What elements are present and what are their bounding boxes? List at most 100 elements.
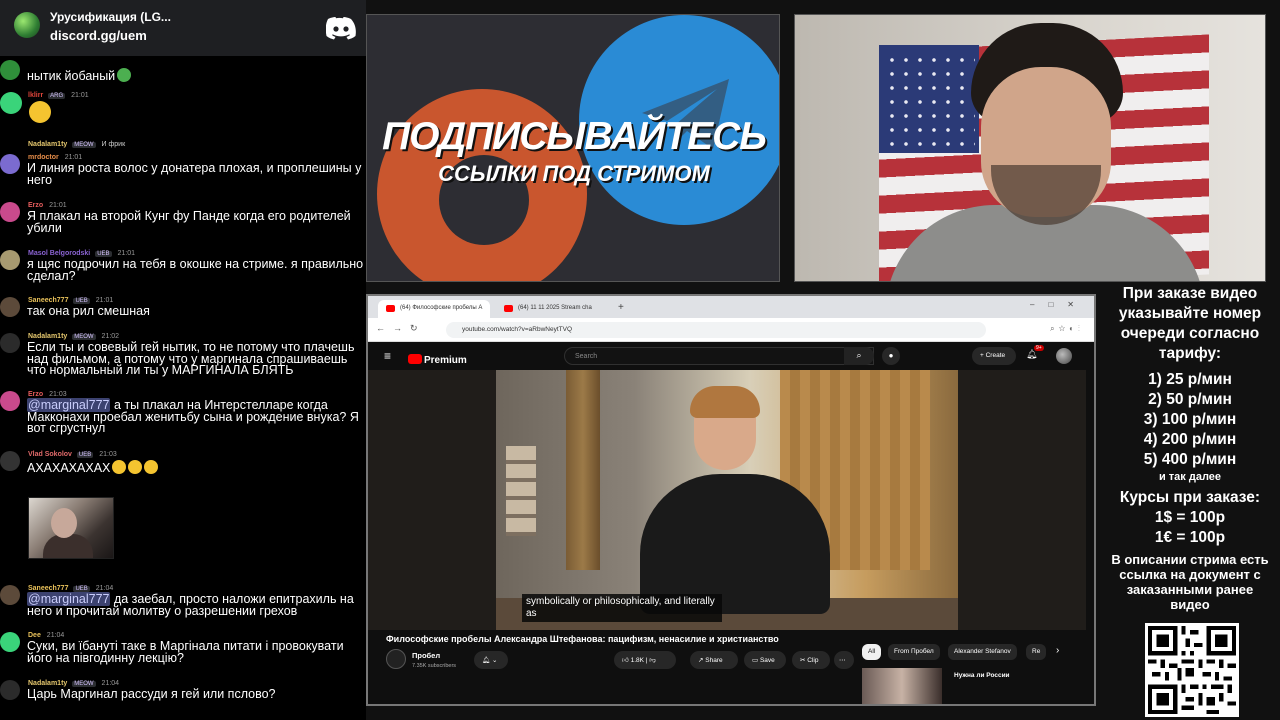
timestamp: 21:01 bbox=[71, 92, 89, 99]
user-badge: ARG bbox=[48, 93, 66, 99]
chip-all[interactable]: All bbox=[862, 644, 882, 660]
webcam-feed bbox=[794, 14, 1266, 282]
username[interactable]: Nadalam1ty bbox=[28, 141, 67, 148]
menu-icon[interactable]: ≡ bbox=[384, 349, 391, 363]
tab-bar: (64) Философские пробелы А (64) 11 11 20… bbox=[368, 296, 1094, 318]
message-text: @marginal777 а ты плакал на Интерстеллар… bbox=[27, 398, 359, 435]
chip-more[interactable]: Re bbox=[1026, 644, 1047, 660]
like-button[interactable]: 👍︎ 1.8K | 👎︎ bbox=[614, 651, 676, 669]
tariff-etc: и так далее bbox=[1158, 471, 1222, 483]
tariff-3: 3) 100 р/мин bbox=[1143, 411, 1237, 428]
avatar bbox=[0, 451, 20, 471]
message-text: АХАХАХАХАХ bbox=[27, 460, 365, 475]
youtube-favicon-icon bbox=[504, 305, 513, 312]
browser-tab-active[interactable]: (64) Философские пробелы А bbox=[378, 300, 490, 318]
laughing-emoji-icon bbox=[128, 460, 143, 474]
username[interactable]: Saneech777 bbox=[28, 297, 68, 304]
window-controls[interactable]: –□✕ bbox=[1030, 300, 1088, 309]
channel-avatar[interactable] bbox=[386, 649, 406, 669]
avatar bbox=[0, 202, 20, 222]
info-panel: При заказе видео указывайте номер очеред… bbox=[1100, 282, 1280, 720]
server-icon bbox=[14, 12, 40, 38]
subscribe-bell-button[interactable]: 🔔︎ ⌄ bbox=[474, 651, 508, 669]
order-instructions: При заказе видео указывайте номер очеред… bbox=[1118, 285, 1262, 362]
message-meta: Nadalam1ty MEOW 21:04 bbox=[28, 680, 119, 687]
reply-reference[interactable]: Nadalam1ty MEOW И фрик bbox=[0, 141, 366, 151]
username[interactable]: Saneech777 bbox=[28, 585, 68, 592]
url-field[interactable]: youtube.com/watch?v=aRbwNeytTVQ bbox=[446, 322, 986, 338]
username[interactable]: Nadalam1ty bbox=[28, 680, 67, 687]
chip-from-channel[interactable]: From Пробел bbox=[888, 644, 940, 660]
rate-usd: 1$ = 100р bbox=[1154, 509, 1226, 526]
laughing-emoji-icon bbox=[144, 460, 159, 474]
youtube-logo[interactable]: Premium bbox=[408, 350, 467, 366]
banner-subtitle: ССЫЛКИ ПОД СТРИМОМ bbox=[438, 161, 710, 186]
extensions-icons[interactable]: ⌕☆◐⋮ bbox=[1050, 324, 1084, 334]
chevron-right-icon[interactable]: › bbox=[1056, 645, 1059, 656]
message-meta: Masol Belgorodski UEB 21:01 bbox=[28, 250, 135, 257]
message-meta: Saneech777 UEB 21:01 bbox=[28, 297, 113, 304]
avatar bbox=[0, 632, 20, 652]
username[interactable]: Nadalam1ty bbox=[28, 333, 67, 340]
video-player[interactable]: symbolically or philosophically, and lit… bbox=[368, 370, 1086, 630]
avatar bbox=[0, 585, 20, 605]
timestamp: 21:01 bbox=[64, 154, 83, 161]
tariff-4: 4) 200 р/мин bbox=[1143, 431, 1237, 448]
rate-eur: 1€ = 100р bbox=[1154, 529, 1226, 546]
microphone-icon[interactable]: ● bbox=[882, 347, 900, 365]
speaker-hair bbox=[690, 386, 760, 418]
subscriber-count: 7.35K subscribers bbox=[412, 663, 457, 669]
message-meta: mrdoctor 21:01 bbox=[28, 154, 82, 161]
chat-message: Nadalam1ty MEOW 21:04 Царь Маргинал расс… bbox=[0, 680, 366, 710]
wall-posters bbox=[506, 446, 536, 536]
message-text: нытик йобаный bbox=[27, 68, 365, 83]
chip-alexander-stefanov[interactable]: Alexander Stefanov bbox=[948, 644, 1017, 660]
invite-link[interactable]: discord.gg/uem bbox=[50, 28, 147, 43]
youtube-play-icon bbox=[408, 354, 422, 364]
clip-button[interactable]: ✂ Clip bbox=[792, 651, 830, 669]
username[interactable]: mrdoctor bbox=[28, 154, 59, 161]
username[interactable]: Dee bbox=[28, 632, 41, 639]
username[interactable]: Masol Belgorodski bbox=[28, 250, 90, 257]
search-input[interactable]: Search bbox=[564, 347, 874, 365]
username[interactable]: Vlad Sokolov bbox=[28, 451, 72, 458]
chat-message: Erzo 21:03 @marginal777 а ты плакал на И… bbox=[0, 391, 366, 441]
search-icon[interactable]: ⌕ bbox=[844, 347, 874, 365]
username[interactable]: Erzo bbox=[28, 202, 43, 209]
tariff-5: 5) 400 р/мин bbox=[1143, 451, 1237, 468]
browser-tab[interactable]: (64) 11 11 2025 Stream cha bbox=[496, 300, 608, 318]
message-text: Царь Маргинал рассуди я гей или пслово? bbox=[27, 687, 276, 701]
chat-message: Masol Belgorodski UEB 21:01 я щяс подроч… bbox=[0, 250, 366, 288]
qr-code[interactable] bbox=[1145, 623, 1239, 717]
create-button[interactable]: + Create bbox=[972, 347, 1016, 365]
new-tab-button[interactable]: + bbox=[618, 302, 624, 313]
subscribe-banner: ПОДПИСЫВАЙТЕСЬ ССЫЛКИ ПОД СТРИМОМ bbox=[366, 14, 780, 282]
account-avatar[interactable] bbox=[1056, 348, 1072, 364]
chat-attachment-image[interactable] bbox=[28, 497, 114, 559]
channel-name[interactable]: Пробел bbox=[412, 651, 440, 660]
chat-message: нытик йобаный bbox=[0, 60, 366, 84]
message-text: @marginal777 да заебал, просто наложи еп… bbox=[27, 592, 354, 618]
message-meta: Dee 21:04 bbox=[28, 632, 64, 639]
more-actions-button[interactable]: ⋯ bbox=[834, 651, 854, 669]
recommended-thumbnail bbox=[862, 668, 942, 704]
save-button[interactable]: ▭ Save bbox=[744, 651, 786, 669]
server-title: Урусификация (LG... bbox=[50, 10, 171, 24]
avatar bbox=[0, 154, 20, 174]
message-meta: Nadalam1ty MEOW И фрик bbox=[28, 141, 125, 148]
stream-layout: Урусификация (LG... discord.gg/uem нытик… bbox=[0, 0, 1280, 720]
speaker-body bbox=[640, 474, 830, 614]
message-text: Если ты и совевый гей нытик, то не потом… bbox=[27, 340, 355, 377]
username[interactable]: Erzo bbox=[28, 391, 43, 398]
username[interactable]: lklirr bbox=[28, 92, 43, 99]
logo-text: Premium bbox=[424, 355, 467, 366]
description-note: В описании стрима есть ссылка на докумен… bbox=[1111, 552, 1269, 612]
message-meta: lklirr ARG 21:01 bbox=[28, 92, 89, 99]
nav-buttons[interactable]: ←→↻ bbox=[376, 323, 426, 334]
recommended-video[interactable]: Нужна ли России bbox=[862, 668, 1092, 704]
reply-text: И фрик bbox=[101, 141, 126, 148]
share-button[interactable]: ↗ Share bbox=[690, 651, 738, 669]
tab-label: (64) 11 11 2025 Stream cha bbox=[518, 305, 592, 311]
youtube-page: ≡ Premium Search ⌕ ● + Create 🔔︎ 9+ symb… bbox=[368, 342, 1094, 704]
message-meta: Erzo 21:03 bbox=[28, 391, 67, 398]
